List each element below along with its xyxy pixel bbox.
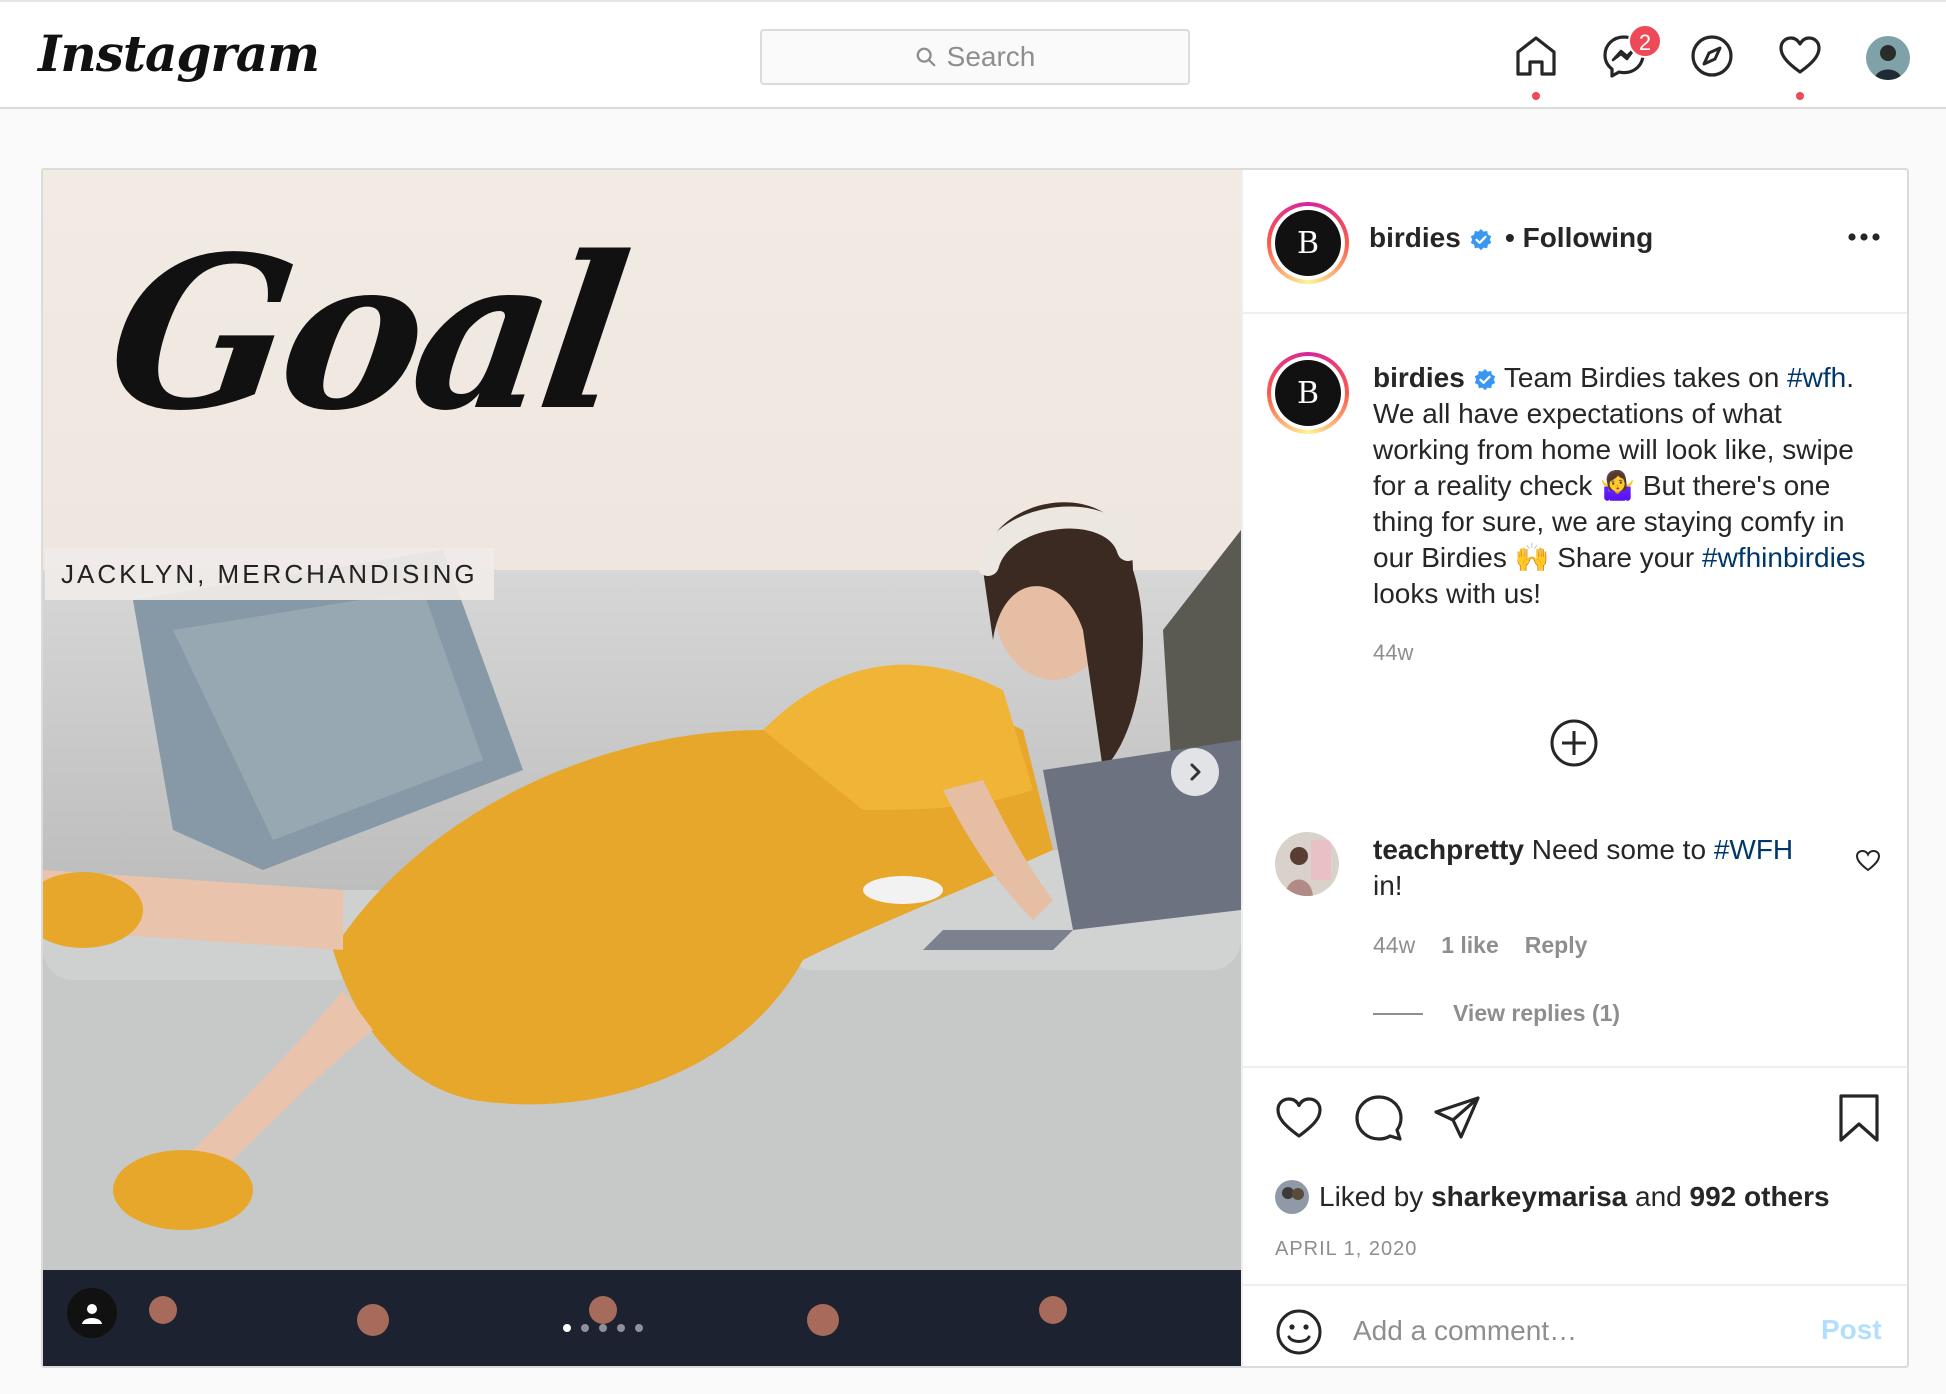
caption-author-avatar[interactable]: B xyxy=(1267,352,1349,434)
liked-by-user[interactable]: sharkeymarisa xyxy=(1431,1181,1627,1212)
photo-headline: Goal xyxy=(95,210,634,457)
profile-avatar[interactable] xyxy=(1866,36,1910,80)
commenter-avatar[interactable] xyxy=(1275,832,1339,896)
emoji-smiley-icon[interactable] xyxy=(1275,1308,1323,1356)
carousel-dot xyxy=(617,1324,625,1332)
liker-avatar[interactable] xyxy=(1275,1180,1309,1214)
separator-dot: • xyxy=(1505,222,1515,253)
messenger-badge: 2 xyxy=(1628,24,1662,58)
activity-notification-dot xyxy=(1796,92,1804,100)
verified-badge-icon xyxy=(1470,228,1491,250)
caption-timestamp[interactable]: 44w xyxy=(1373,640,1413,666)
share-paper-plane-icon[interactable] xyxy=(1431,1092,1483,1144)
home-notification-dot xyxy=(1532,92,1540,100)
add-comment-input[interactable] xyxy=(1353,1306,1753,1356)
comment-likes[interactable]: 1 like xyxy=(1441,932,1499,959)
verified-badge-icon xyxy=(1474,368,1495,390)
author-username-text: birdies xyxy=(1369,222,1461,253)
comment-text: in! xyxy=(1373,870,1403,901)
search-box[interactable]: Search xyxy=(760,29,1190,85)
post-card: Goal JACKLYN, MERCHANDISING B birdies • … xyxy=(41,168,1909,1368)
hashtag-link[interactable]: #wfh xyxy=(1787,362,1846,393)
brand-logo: B xyxy=(1275,360,1341,426)
more-options-icon[interactable] xyxy=(1847,232,1881,242)
caption-text: looks with us! xyxy=(1373,578,1542,609)
hashtag-link[interactable]: #WFH xyxy=(1714,834,1793,865)
post-date[interactable]: APRIL 1, 2020 xyxy=(1275,1238,1417,1261)
activity-heart-icon xyxy=(1779,36,1821,74)
view-replies-label: View replies (1) xyxy=(1453,1000,1621,1026)
view-replies-button[interactable]: View replies (1) xyxy=(1373,1000,1620,1027)
activity-button[interactable] xyxy=(1776,32,1824,100)
carousel-dot xyxy=(581,1324,589,1332)
user-tag-icon xyxy=(82,1304,102,1324)
comment-timestamp[interactable]: 44w xyxy=(1373,932,1415,959)
post-comment-button[interactable]: Post xyxy=(1821,1314,1882,1346)
top-navigation-bar: Instagram Search 2 xyxy=(0,0,1946,109)
carousel-dot xyxy=(635,1324,643,1332)
comment-like-heart-icon[interactable] xyxy=(1855,848,1881,874)
home-button[interactable] xyxy=(1512,32,1560,100)
post-caption: birdies Team Birdies takes on #wfh. We a… xyxy=(1373,360,1883,612)
direct-messages-button[interactable]: 2 xyxy=(1600,24,1662,80)
follow-status[interactable]: • Following xyxy=(1505,222,1653,254)
author-avatar[interactable]: B xyxy=(1267,202,1349,284)
replies-divider-line xyxy=(1373,1012,1423,1015)
commenter-username[interactable]: teachpretty xyxy=(1373,834,1524,865)
tagged-users-button[interactable] xyxy=(67,1288,117,1338)
brand-logo: B xyxy=(1275,210,1341,276)
carousel-dot xyxy=(599,1324,607,1332)
search-icon xyxy=(916,47,936,67)
photo-label: JACKLYN, MERCHANDISING xyxy=(45,548,494,600)
comment-text: Need some to xyxy=(1523,834,1714,865)
liked-by-others[interactable]: 992 others xyxy=(1690,1181,1830,1212)
chevron-right-icon xyxy=(1190,763,1201,781)
explore-button[interactable] xyxy=(1688,32,1736,80)
post-sidebar: B birdies • Following B birdies Team Bir… xyxy=(1241,170,1907,1366)
caption-username[interactable]: birdies xyxy=(1373,362,1465,393)
comment-bubble-icon[interactable] xyxy=(1353,1092,1405,1144)
comment-meta: 44w 1 like Reply xyxy=(1373,932,1587,959)
liked-by-summary: Liked by sharkeymarisa and 992 others xyxy=(1275,1180,1830,1214)
home-icon xyxy=(1516,36,1556,76)
caption-text: Team Birdies takes on xyxy=(1496,362,1788,393)
carousel-indicator xyxy=(563,1324,643,1332)
follow-status-label: Following xyxy=(1522,222,1654,253)
add-comment-bar: Post xyxy=(1243,1284,1907,1368)
liked-by-prefix: Liked by xyxy=(1319,1181,1432,1212)
post-actions: Liked by sharkeymarisa and 992 others AP… xyxy=(1243,1066,1907,1366)
carousel-dot-active xyxy=(563,1324,571,1332)
instagram-logo[interactable]: Instagram xyxy=(38,24,320,83)
like-heart-icon[interactable] xyxy=(1273,1092,1325,1144)
hashtag-link[interactable]: #wfhinbirdies xyxy=(1702,542,1865,573)
load-more-comments-icon[interactable] xyxy=(1549,718,1599,768)
liked-by-middle: and xyxy=(1627,1181,1690,1212)
explore-icon xyxy=(1691,35,1733,77)
post-header: B birdies • Following xyxy=(1243,170,1907,314)
save-bookmark-icon[interactable] xyxy=(1833,1092,1885,1144)
carousel-next-button[interactable] xyxy=(1171,748,1219,796)
author-username[interactable]: birdies xyxy=(1369,222,1493,254)
comment-body: teachpretty Need some to #WFH in! xyxy=(1373,832,1823,904)
post-photo[interactable]: Goal JACKLYN, MERCHANDISING xyxy=(43,170,1241,1366)
comment-reply-button[interactable]: Reply xyxy=(1525,932,1588,959)
search-placeholder: Search xyxy=(946,41,1036,72)
